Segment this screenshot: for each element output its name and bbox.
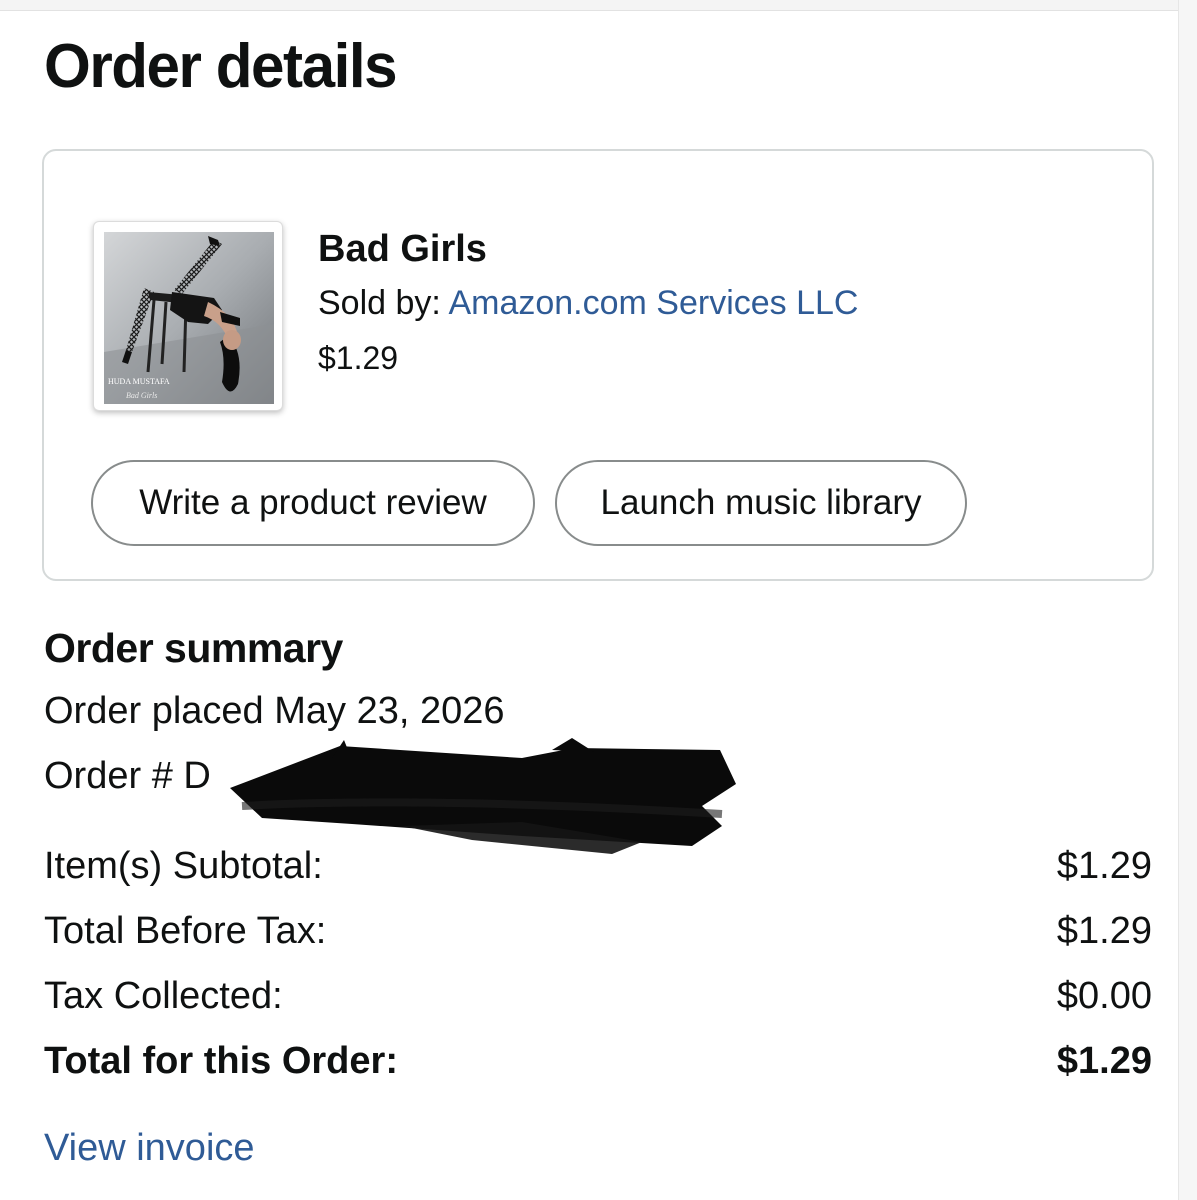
launch-music-library-button[interactable]: Launch music library	[555, 460, 967, 546]
top-bar	[0, 0, 1197, 11]
album-artist-text: HUDA MUSTAFA	[108, 377, 170, 386]
page-title: Order details	[44, 32, 398, 101]
total-before-tax-label: Total Before Tax:	[44, 910, 327, 952]
order-total-label: Total for this Order:	[44, 1040, 398, 1082]
item-card: HUDA MUSTAFA Bad Girls Bad Girls Sold by…	[42, 149, 1154, 581]
order-number-prefix: Order # D	[44, 755, 211, 797]
order-total-amount: $1.29	[1056, 1040, 1152, 1082]
album-script-text: Bad Girls	[126, 391, 157, 400]
total-before-tax-amount: $1.29	[1056, 910, 1152, 952]
order-placed-date: Order placed May 23, 2026	[44, 690, 505, 732]
tax-collected-label: Tax Collected:	[44, 975, 283, 1017]
subtotal-label: Item(s) Subtotal:	[44, 845, 323, 887]
sold-by-label: Sold by:	[318, 284, 441, 322]
subtotal-amount: $1.29	[1056, 845, 1152, 887]
seller-link[interactable]: Amazon.com Services LLC	[448, 284, 858, 322]
sold-by: Sold by: Amazon.com Services LLC	[318, 284, 858, 322]
album-cover-image: HUDA MUSTAFA Bad Girls	[104, 232, 274, 404]
write-review-button[interactable]: Write a product review	[91, 460, 535, 546]
scrollbar-track[interactable]	[1178, 0, 1197, 1200]
item-price: $1.29	[318, 340, 399, 376]
order-summary-heading: Order summary	[44, 625, 343, 671]
tax-collected-amount: $0.00	[1056, 975, 1152, 1017]
product-title[interactable]: Bad Girls	[318, 228, 487, 271]
album-thumbnail[interactable]: HUDA MUSTAFA Bad Girls	[93, 221, 283, 411]
view-invoice-link[interactable]: View invoice	[44, 1127, 255, 1170]
